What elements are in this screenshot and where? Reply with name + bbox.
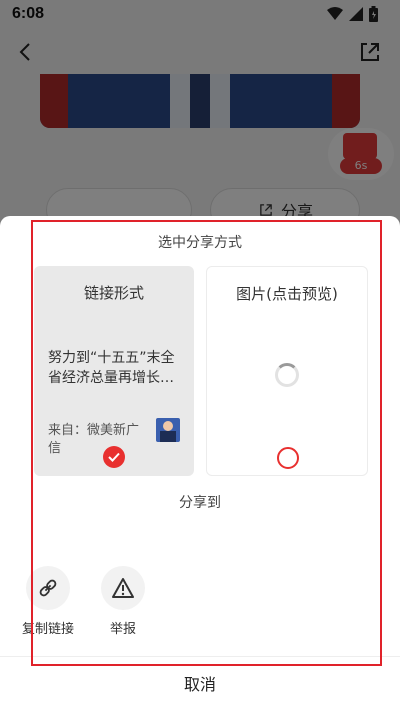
annotation-highlight-frame xyxy=(31,220,382,666)
cancel-button[interactable]: 取消 xyxy=(0,671,400,695)
